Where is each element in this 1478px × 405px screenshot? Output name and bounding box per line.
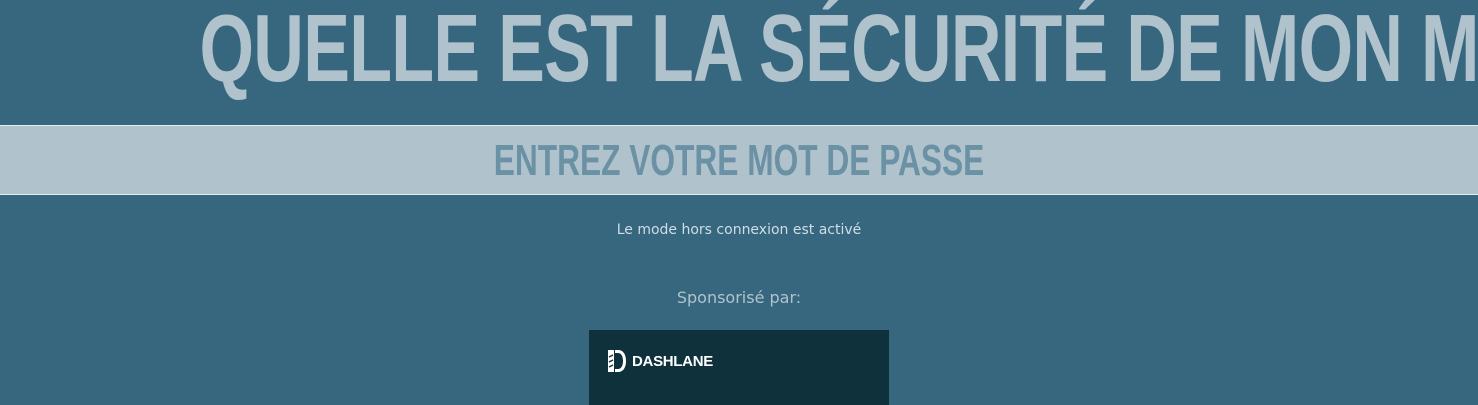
sponsor-brand: DASHLANE [632,352,713,370]
header: QUELLE EST LA SÉCURITÉ DE MON MOT DE PAS… [0,0,1478,124]
sponsor-ad[interactable]: DASHLANE [589,330,889,405]
offline-status: Le mode hors connexion est activé [616,222,862,238]
page-title: QUELLE EST LA SÉCURITÉ DE MON MOT DE PAS… [199,0,1478,102]
dashlane-logo-icon [607,348,627,374]
sponsor-label: Sponsorisé par: [676,288,802,307]
password-input[interactable]: ENTREZ VOTRE MOT DE PASSE [0,125,1478,195]
sponsor-logo: DASHLANE [607,348,713,374]
password-input-placeholder: ENTREZ VOTRE MOT DE PASSE [493,136,985,185]
